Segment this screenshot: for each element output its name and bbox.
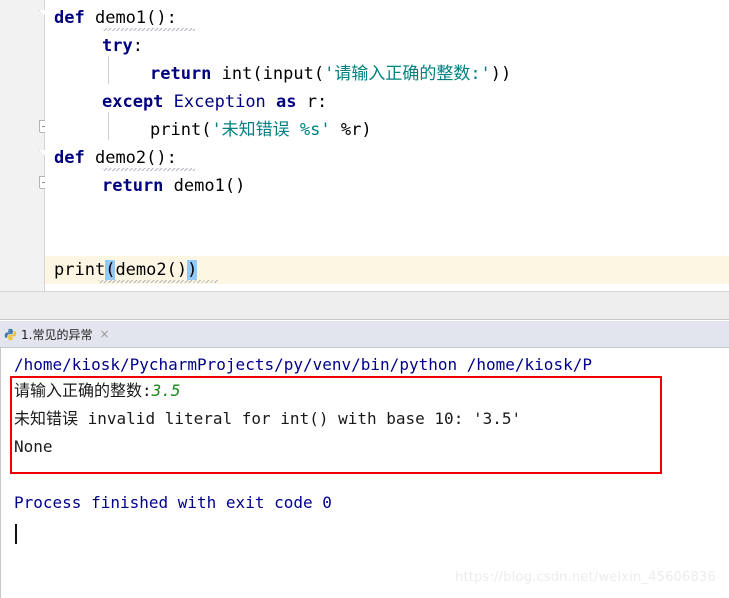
console-return-value: None (14, 437, 53, 456)
code-token: print (54, 260, 106, 280)
code-token: as (276, 92, 297, 112)
code-token: )) (490, 64, 512, 84)
code-line-text: return demo1() (45, 172, 245, 200)
code-line[interactable] (45, 228, 729, 256)
python-file-icon (4, 328, 17, 341)
code-token: ( (201, 120, 212, 140)
code-line[interactable]: except Exception as r: (45, 88, 729, 116)
code-line[interactable] (45, 200, 729, 228)
watermark: https://blog.csdn.net/weixin_45606836 (455, 570, 716, 585)
console-user-input: 3.5 (151, 381, 181, 400)
console-left-border (0, 348, 1, 598)
console-prompt-line: 请输入正确的整数:3.5 (14, 377, 181, 405)
run-console[interactable]: /home/kiosk/PycharmProjects/py/venv/bin/… (0, 347, 729, 598)
code-token: '请输入正确的整数:' (324, 64, 491, 84)
code-token: ( (105, 260, 116, 280)
code-line-text: try: (45, 32, 143, 60)
code-token: demo1 (94, 8, 147, 28)
code-line[interactable]: try: (45, 32, 729, 60)
code-token: def (54, 148, 85, 168)
code-token: demo2 (94, 148, 147, 168)
console-command-line: /home/kiosk/PycharmProjects/py/venv/bin/… (14, 355, 592, 374)
code-token: print (150, 120, 202, 140)
code-token: ) (187, 260, 198, 280)
code-line[interactable]: return int(input('请输入正确的整数:')) (45, 60, 729, 88)
editor-console-splitter[interactable] (0, 291, 729, 320)
code-token: (): (146, 148, 177, 168)
console-error-prefix: 未知错误 (14, 409, 88, 428)
code-token: '未知错误 %s' (211, 120, 331, 140)
code-token: try (102, 36, 133, 56)
code-editor-pane[interactable]: def demo1(): try: return int(input('请输入正确的… (0, 0, 729, 291)
code-text-area[interactable]: def demo1(): try: return int(input('请输入正确的… (45, 0, 729, 291)
error-squiggle (98, 280, 218, 283)
run-toolwindow-tabbar[interactable]: 1.常见的异常 × (0, 321, 729, 347)
code-line[interactable]: return demo1() (45, 172, 729, 200)
console-prompt-text: 请输入正确的整数: (14, 381, 152, 400)
code-token: Exception (173, 92, 266, 112)
code-token: ( (313, 64, 325, 84)
code-line[interactable]: print('未知错误 %s' %r) (45, 116, 729, 144)
code-token: demo1() (173, 176, 246, 196)
editor-gutter[interactable] (0, 0, 44, 291)
tab-label: 1.常见的异常 (21, 327, 93, 342)
code-token: return (102, 176, 164, 196)
code-line-text: print('未知错误 %s' %r) (45, 116, 372, 144)
pycharm-window: def demo1(): try: return int(input('请输入正确的… (0, 0, 729, 598)
console-exit-message: Process finished with exit code 0 (14, 493, 332, 512)
console-caret (15, 524, 17, 544)
error-squiggle (102, 28, 195, 31)
code-token: r: (306, 92, 328, 112)
code-token: (): (146, 8, 177, 28)
code-token: ( (252, 64, 263, 84)
code-token: input (262, 64, 314, 84)
code-token: demo2() (115, 260, 188, 280)
error-squiggle (102, 168, 195, 171)
code-line-text: except Exception as r: (45, 88, 327, 116)
tab-run-configuration[interactable]: 1.常见的异常 × (0, 321, 116, 347)
console-error-message: invalid literal for int() with base 10: … (87, 409, 522, 428)
console-error-line: 未知错误 invalid literal for int() with base… (14, 405, 521, 433)
code-token: return (150, 64, 212, 84)
code-token: int (221, 64, 253, 84)
code-token: %r) (330, 120, 372, 140)
code-token: def (54, 8, 85, 28)
code-token: except (102, 92, 164, 112)
code-token: : (132, 36, 143, 56)
close-icon[interactable]: × (96, 328, 109, 340)
code-line-text: return int(input('请输入正确的整数:')) (45, 60, 511, 88)
